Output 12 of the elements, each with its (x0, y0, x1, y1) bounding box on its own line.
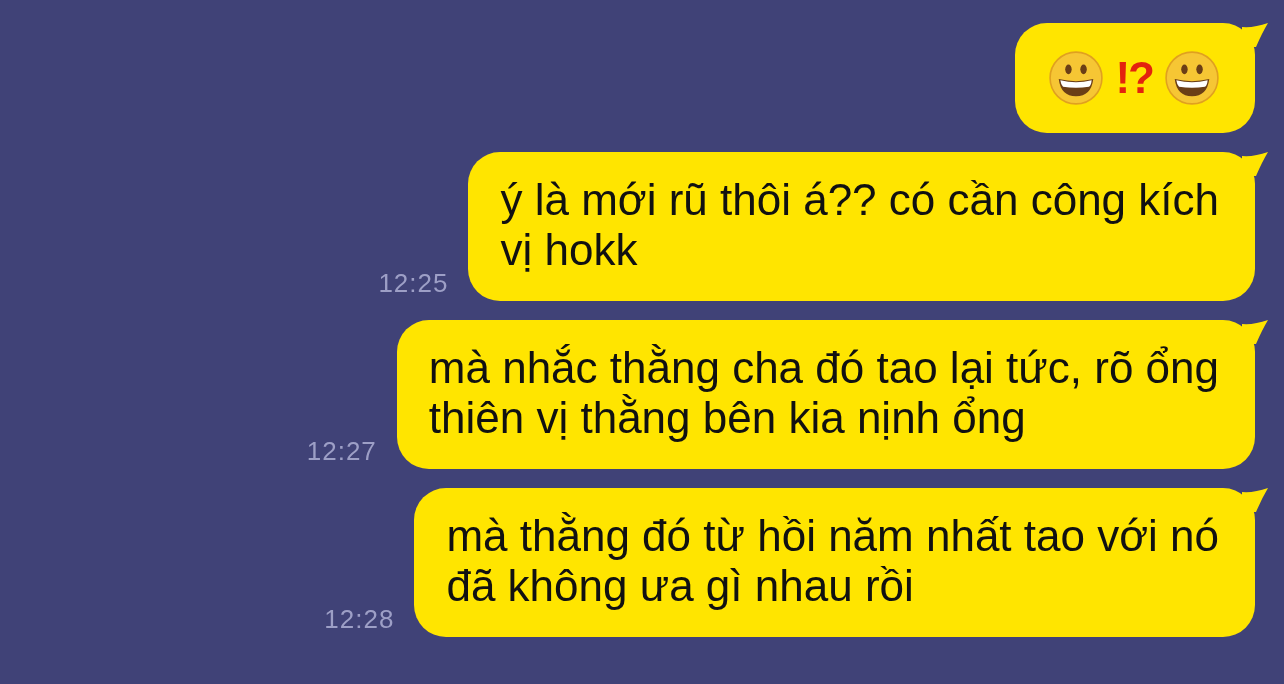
smiley-icon (1049, 51, 1104, 105)
message-text: ý là mới rũ thôi á?? có cần công kích (500, 175, 1219, 225)
smiley-icon (1165, 51, 1219, 105)
message-time: 12:27 (306, 436, 377, 467)
message-text: vị hokk (500, 225, 639, 275)
message-text: mà nhắc thằng cha đó tao lại tức, rõ ổng (428, 343, 1219, 393)
message-time: 12:25 (378, 268, 449, 299)
message-text: đã không ưa gì nhau rồi (446, 561, 915, 611)
message-text: mà thằng đó từ hồi năm nhất tao với nó (446, 511, 1219, 561)
message-text: thiên vị thằng bên kia nịnh ổng (428, 393, 1027, 443)
message-time: 12:28 (324, 604, 395, 635)
exclamation-question-mark: !? (1115, 52, 1153, 104)
